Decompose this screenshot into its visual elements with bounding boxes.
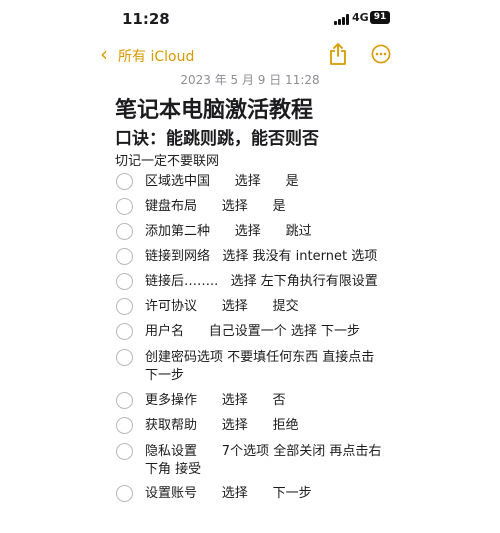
checkbox-circle-icon[interactable] (116, 443, 133, 460)
back-label: 所有 iCloud (118, 49, 195, 65)
note-title[interactable]: 笔记本电脑激活教程 (115, 92, 313, 124)
checkbox-circle-icon[interactable] (116, 298, 133, 315)
status-bar: 11:28 4G 91 (0, 0, 500, 38)
checklist-item-text[interactable]: 链接后…….. 选择 左下角执行有限设置 (145, 273, 385, 291)
checklist-item-text[interactable]: 更多操作 选择 否 (145, 392, 385, 410)
checklist-item-text[interactable]: 设置账号 选择 下一步 (145, 485, 385, 503)
chevron-left-icon: ‹ (100, 42, 108, 66)
note-subtitle[interactable]: 口诀：能跳则跳，能否则否 (115, 124, 319, 149)
checkbox-circle-icon[interactable] (116, 223, 133, 240)
checkbox-circle-icon[interactable] (116, 173, 133, 190)
checkbox-circle-icon[interactable] (116, 198, 133, 215)
ellipsis-circle-icon[interactable] (371, 44, 391, 64)
checkbox-circle-icon[interactable] (116, 349, 133, 366)
checkbox-circle-icon[interactable] (116, 273, 133, 290)
checkbox-circle-icon[interactable] (116, 417, 133, 434)
checklist-item-text[interactable]: 链接到网络 选择 我没有 internet 选项 (145, 248, 385, 266)
battery-icon: 91 (370, 11, 390, 24)
checkbox-circle-icon[interactable] (116, 323, 133, 340)
network-type: 4G (352, 11, 369, 24)
nav-bar: ‹ 所有 iCloud (0, 38, 500, 72)
checklist-item-text[interactable]: 用户名 自己设置一个 选择 下一步 (145, 323, 385, 341)
share-icon[interactable] (329, 43, 347, 65)
signal-icon (334, 14, 350, 25)
checklist-item-text[interactable]: 创建密码选项 不要填任何东西 直接点击下一步 (145, 349, 385, 385)
checklist-item-text[interactable]: 隐私设置 7个选项 全部关闭 再点击右下角 接受 (145, 443, 385, 479)
checkbox-circle-icon[interactable] (116, 392, 133, 409)
checklist-item-text[interactable]: 添加第二种 选择 跳过 (145, 223, 385, 241)
note-date: 2023 年 5 月 9 日 11:28 (180, 73, 320, 87)
checklist-item-text[interactable]: 获取帮助 选择 拒绝 (145, 417, 385, 435)
status-time: 11:28 (122, 10, 170, 28)
checklist-item-text[interactable]: 键盘布局 选择 是 (145, 198, 385, 216)
checkbox-circle-icon[interactable] (116, 485, 133, 502)
checkbox-circle-icon[interactable] (116, 248, 133, 265)
note-warning[interactable]: 切记一定不要联网 (115, 150, 219, 169)
checklist-item-text[interactable]: 区域选中国 选择 是 (145, 173, 385, 191)
checklist-item-text[interactable]: 许可协议 选择 提交 (145, 298, 385, 316)
